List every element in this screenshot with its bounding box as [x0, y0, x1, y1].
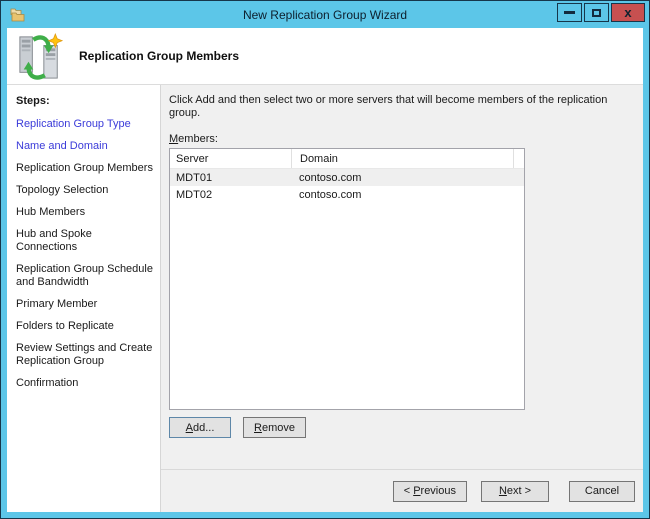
minimize-icon — [564, 11, 575, 14]
sidebar-item-replication-group-schedule-and-bandwidth: Replication Group Schedule and Bandwidth — [16, 263, 153, 288]
maximize-icon — [592, 8, 601, 17]
cell-server: MDT02 — [176, 188, 213, 201]
titlebar[interactable]: New Replication Group Wizard x — [7, 1, 645, 28]
next-button[interactable]: Next > — [481, 480, 549, 502]
members-list-header: Server Domain — [170, 149, 524, 169]
cell-server: MDT01 — [176, 171, 213, 184]
list-actions: Add... Remove — [169, 417, 631, 438]
instruction-text: Click Add and then select two or more se… — [169, 94, 608, 119]
sidebar-item-topology-selection: Topology Selection — [16, 184, 109, 196]
step-content: Click Add and then select two or more se… — [161, 85, 643, 469]
window-controls: x — [557, 3, 645, 22]
steps-sidebar: Steps: Replication Group Type Name and Do… — [7, 85, 161, 512]
member-row-mdt01[interactable]: MDT01 contoso.com — [170, 169, 524, 186]
client-area: Replication Group Members Steps: Replica… — [7, 28, 643, 512]
column-header-domain[interactable]: Domain — [291, 149, 513, 168]
window-title: New Replication Group Wizard — [242, 7, 408, 22]
cell-domain: contoso.com — [299, 171, 362, 184]
remove-button[interactable]: Remove — [243, 417, 306, 438]
wizard-window: New Replication Group Wizard x Replicati… — [0, 0, 650, 519]
sidebar-item-review-settings-and-create-replication-group: Review Settings and Create Replication G… — [16, 342, 153, 367]
members-list[interactable]: Server Domain MDT01 contoso.com MDT02 conto… — [169, 148, 525, 410]
steps-list: Replication Group Type Name and Domain Rep… — [16, 118, 154, 390]
sidebar-item-replication-group-type[interactable]: Replication Group Type — [16, 118, 154, 131]
previous-button[interactable]: < Previous — [392, 480, 467, 502]
members-rows: MDT01 contoso.com MDT02 contoso.com — [170, 169, 524, 203]
sidebar-item-folders-to-replicate: Folders to Replicate — [16, 320, 114, 332]
step-pane: Click Add and then select two or more se… — [161, 85, 643, 512]
member-row-mdt02[interactable]: MDT02 contoso.com — [170, 186, 524, 203]
close-button[interactable]: x — [611, 3, 645, 22]
sidebar-item-hub-members: Hub Members — [16, 206, 86, 218]
column-header-server[interactable]: Server — [170, 149, 291, 168]
minimize-button[interactable] — [557, 3, 582, 22]
column-header-filler — [513, 149, 524, 168]
sidebar-item-replication-group-members: Replication Group Members — [16, 162, 153, 174]
sidebar-item-confirmation: Confirmation — [16, 377, 79, 389]
sidebar-item-name-and-domain[interactable]: Name and Domain — [16, 140, 154, 153]
close-icon: x — [624, 4, 632, 20]
maximize-button[interactable] — [584, 3, 609, 22]
cell-domain: contoso.com — [299, 188, 362, 201]
wizard-footer: < Previous Next > Cancel — [161, 469, 643, 512]
sidebar-item-hub-and-spoke-connections: Hub and Spoke Connections — [16, 228, 92, 253]
add-button[interactable]: Add... — [169, 417, 231, 438]
page-title: Replication Group Members — [79, 49, 240, 63]
wizard-body: Steps: Replication Group Type Name and Do… — [7, 84, 643, 512]
replication-group-icon — [17, 33, 63, 81]
members-label: Members: — [169, 133, 218, 145]
cancel-button[interactable]: Cancel — [569, 480, 635, 502]
wizard-header: Replication Group Members — [7, 28, 643, 84]
sidebar-item-primary-member: Primary Member — [16, 298, 98, 310]
steps-heading: Steps: — [16, 95, 50, 107]
